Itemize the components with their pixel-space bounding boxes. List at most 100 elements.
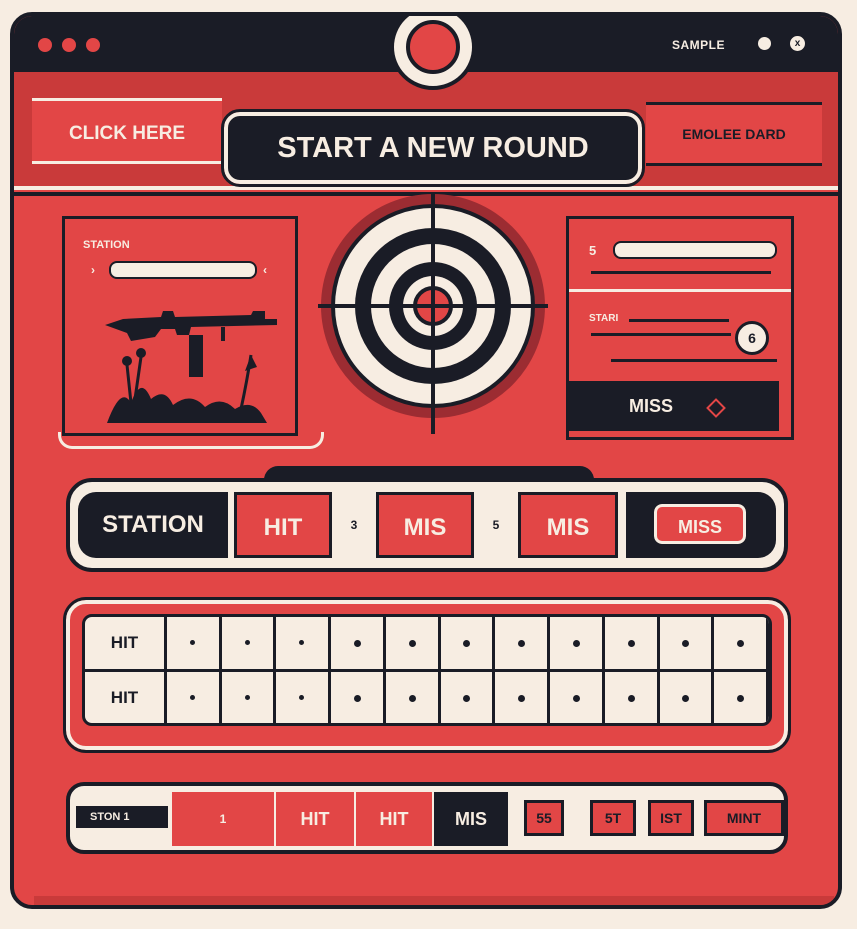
- grid-cell[interactable]: [550, 672, 605, 723]
- grid-cell[interactable]: [714, 617, 769, 669]
- station-slider[interactable]: [109, 261, 257, 279]
- rifle-icon: [105, 311, 277, 423]
- status-circle-icon[interactable]: [758, 37, 771, 50]
- dot-icon: [463, 695, 471, 702]
- stats-number: 5: [589, 243, 597, 258]
- dot-icon: [572, 695, 580, 702]
- start-new-round-button[interactable]: START A NEW ROUND: [221, 109, 645, 187]
- station-row: STATION HIT 3 MIS 5 MIS MISS: [66, 478, 788, 572]
- window-title: SAMPLE: [672, 38, 726, 52]
- table-row: HIT: [85, 617, 769, 669]
- score-grid-table: HIT HIT: [82, 614, 772, 726]
- click-here-button[interactable]: CLICK HERE: [32, 98, 222, 164]
- grid-cell[interactable]: [495, 617, 551, 669]
- station-label: STATION: [78, 492, 228, 558]
- divider: [569, 289, 791, 292]
- grid-cell[interactable]: [167, 672, 222, 723]
- grid-cell[interactable]: [386, 617, 441, 669]
- chevron-left-icon[interactable]: ‹: [263, 263, 267, 277]
- panel-frame-line: [58, 432, 324, 449]
- score-chip[interactable]: 5T: [590, 800, 636, 836]
- miss-toggle-button[interactable]: MISS: [651, 501, 749, 547]
- dot-icon: [408, 695, 416, 702]
- grid-cell[interactable]: [386, 672, 441, 723]
- score-grid: HIT HIT: [63, 597, 791, 753]
- close-icon[interactable]: x: [790, 36, 805, 51]
- row-label: HIT: [85, 617, 167, 669]
- dot-icon: [354, 640, 362, 647]
- diamond-icon: [706, 398, 726, 418]
- station-panel-label: STATION: [83, 239, 130, 251]
- divider: [629, 319, 729, 322]
- window-dot-icon[interactable]: [62, 38, 76, 52]
- dot-icon: [518, 640, 526, 647]
- dot-icon: [189, 695, 195, 700]
- station-panel: STATION › ‹: [62, 216, 298, 436]
- hit-cell[interactable]: HIT: [234, 492, 332, 558]
- grid-cell[interactable]: [714, 672, 769, 723]
- grid-cell[interactable]: [441, 617, 496, 669]
- grid-cell[interactable]: [331, 617, 386, 669]
- progress-line[interactable]: [591, 333, 731, 336]
- dot-icon: [737, 695, 745, 702]
- start-label: STARI: [589, 313, 619, 324]
- miss-cell[interactable]: MIS: [434, 792, 508, 846]
- miss-button-container: MISS: [626, 492, 776, 558]
- miss-cell[interactable]: MIS: [376, 492, 474, 558]
- grid-cell[interactable]: [331, 672, 386, 723]
- count-cell: 5: [492, 518, 500, 532]
- station-one-label: STON 1: [76, 806, 168, 828]
- grid-cell[interactable]: [167, 617, 222, 669]
- grid-cell[interactable]: [660, 617, 715, 669]
- count-badge: 6: [735, 321, 769, 355]
- target[interactable]: [318, 194, 548, 434]
- score-chip[interactable]: MINT: [704, 800, 784, 836]
- dot-icon: [244, 640, 250, 645]
- window-dot-icon[interactable]: [38, 38, 52, 52]
- dot-icon: [627, 640, 635, 647]
- app-window: SAMPLE x CLICK HERE START A NEW ROUND EM…: [10, 12, 842, 909]
- dot-icon: [627, 695, 635, 702]
- dot-icon: [682, 640, 690, 647]
- miss-button[interactable]: MISS: [569, 381, 779, 431]
- grid-cell[interactable]: [605, 672, 660, 723]
- divider: [14, 186, 838, 190]
- dot-icon: [299, 695, 305, 700]
- grid-cell[interactable]: [605, 617, 660, 669]
- miss-cell[interactable]: MIS: [518, 492, 618, 558]
- grid-cell[interactable]: [222, 617, 277, 669]
- grid-cell[interactable]: [222, 672, 277, 723]
- grid-cell[interactable]: [276, 672, 332, 723]
- score-chip[interactable]: IST: [648, 800, 694, 836]
- header-right-label[interactable]: EMOLEE DARD: [646, 102, 822, 166]
- grid-cell[interactable]: [276, 617, 332, 669]
- chevron-right-icon[interactable]: ›: [91, 263, 95, 277]
- score-chip[interactable]: 55: [524, 800, 564, 836]
- count-cell[interactable]: 1: [172, 792, 274, 846]
- dot-icon: [354, 695, 362, 702]
- dot-icon: [463, 640, 471, 647]
- divider: [611, 359, 777, 362]
- row-label: HIT: [85, 672, 167, 723]
- record-icon: [406, 20, 460, 74]
- table-row: HIT: [85, 672, 769, 723]
- grid-cell[interactable]: [495, 672, 551, 723]
- target-icon: [318, 194, 548, 434]
- window-dot-icon[interactable]: [86, 38, 100, 52]
- dot-icon: [572, 640, 580, 647]
- dot-icon: [518, 695, 526, 702]
- stats-slider[interactable]: [613, 241, 777, 259]
- hit-cell[interactable]: HIT: [356, 792, 432, 846]
- dot-icon: [408, 640, 416, 647]
- dot-icon: [189, 640, 195, 645]
- miss-label: MISS: [629, 396, 674, 416]
- grid-cell[interactable]: [550, 617, 605, 669]
- grid-cell[interactable]: [441, 672, 496, 723]
- summary-row: STON 1 1 HIT HIT MIS 55 5T IST MINT: [66, 782, 788, 854]
- grid-cell[interactable]: [660, 672, 715, 723]
- divider: [591, 271, 771, 274]
- hit-cell[interactable]: HIT: [276, 792, 354, 846]
- dot-icon: [244, 695, 250, 700]
- dot-icon: [682, 695, 690, 702]
- dot-icon: [737, 640, 745, 647]
